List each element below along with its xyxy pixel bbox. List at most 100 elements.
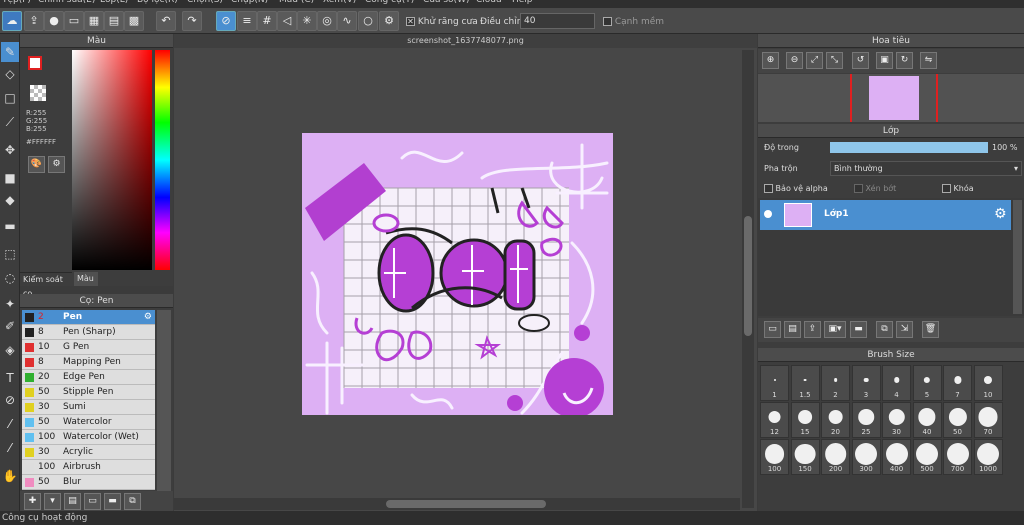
brush-size-option[interactable]: 15 <box>790 402 820 438</box>
grid-icon[interactable]: ▩ <box>124 11 144 31</box>
soft-edge-checkbox[interactable] <box>603 17 612 26</box>
brush-item[interactable]: 10 G Pen <box>22 340 155 355</box>
brush-item[interactable]: 2 Pen ⚙ <box>22 310 155 325</box>
divide-tool-icon[interactable]: ⊘ <box>1 390 19 410</box>
perspective-snap-icon[interactable]: ◁ <box>277 11 297 31</box>
brush-size-option[interactable]: 40 <box>912 402 942 438</box>
grid-snap-icon[interactable]: # <box>257 11 277 31</box>
actual-size-icon[interactable]: ⤡ <box>826 52 843 69</box>
menu-item-4[interactable]: Chọn(S) <box>187 0 223 5</box>
select-pen-tool-icon[interactable]: ✐ <box>1 316 19 336</box>
menu-item-8[interactable]: Công cụ(T) <box>365 0 414 5</box>
brush-size-option[interactable]: 30 <box>882 402 911 438</box>
rotate-right-icon[interactable]: ↻ <box>896 52 913 69</box>
brush-size-option[interactable]: 700 <box>943 439 972 475</box>
line-tool-icon[interactable]: ⟋ <box>1 112 19 132</box>
brush-size-option[interactable]: 10 <box>973 365 1003 401</box>
flip-icon[interactable]: ⇋ <box>920 52 937 69</box>
antialias-checkbox[interactable]: ✕ <box>406 17 415 26</box>
duplicate-layer-icon[interactable]: ▤ <box>784 321 801 338</box>
menu-item-5[interactable]: Chụp(N) <box>231 0 268 5</box>
menu-item-6[interactable]: Màu (C) <box>279 0 314 5</box>
brush-size-option[interactable]: 150 <box>790 439 820 475</box>
navigator-preview[interactable] <box>758 74 1024 122</box>
reset-view-icon[interactable]: ▣ <box>876 52 893 69</box>
export-icon[interactable]: ⇪ <box>24 11 44 31</box>
merge-layer-icon[interactable]: ⇲ <box>896 321 913 338</box>
eraser-tool-icon[interactable]: ◇ <box>1 64 19 84</box>
layer-row[interactable]: Lớp1 ⚙ <box>760 200 1011 230</box>
palette-icon[interactable]: 🎨 <box>28 156 45 173</box>
brush-size-option[interactable]: 7 <box>943 365 972 401</box>
menu-item-7[interactable]: Xem(V) <box>323 0 356 5</box>
document-canvas[interactable] <box>302 133 613 418</box>
opacity-slider[interactable] <box>830 142 988 153</box>
save-icon[interactable]: ▤ <box>104 11 124 31</box>
palette-settings-icon[interactable]: ⚙ <box>48 156 65 173</box>
menu-item-11[interactable]: Help <box>512 0 533 5</box>
text-tool-icon[interactable]: T <box>1 368 19 388</box>
add-layer-menu-icon[interactable]: ▣▾ <box>824 321 846 338</box>
stack-icon[interactable]: ▦ <box>84 11 104 31</box>
circle-snap-icon[interactable]: ◎ <box>317 11 337 31</box>
text-box-icon[interactable]: ▭ <box>64 11 84 31</box>
export-layer-icon[interactable]: ⇪ <box>804 321 821 338</box>
brush-item[interactable]: 100 Airbrush <box>22 460 155 475</box>
brush-export-icon[interactable]: ▤ <box>64 493 81 510</box>
brush-tool-icon[interactable]: ✎ <box>1 42 19 62</box>
hand-tool-icon[interactable]: ✋ <box>1 466 19 486</box>
antialias-option[interactable]: ✕ Khử răng cưa <box>406 17 478 27</box>
brush-menu-icon[interactable]: ▾ <box>44 493 61 510</box>
menu-item-1[interactable]: Chỉnh sửa(E) <box>38 0 95 5</box>
brush-item[interactable]: 30 Acrylic <box>22 445 155 460</box>
protect-alpha-checkbox[interactable] <box>764 184 773 193</box>
eyedropper2-tool-icon[interactable]: ⁄ <box>1 438 19 458</box>
tab-brush-control[interactable]: Kiểm soát cọ <box>20 272 72 298</box>
background-color-swatch[interactable] <box>30 85 46 101</box>
brush-size-option[interactable]: 2 <box>821 365 850 401</box>
new-layer-icon[interactable]: ▭ <box>764 321 781 338</box>
saturation-value-picker[interactable] <box>72 50 152 270</box>
layer-scrollbar[interactable] <box>1013 200 1022 314</box>
menu-item-0[interactable]: Tệp(F) <box>2 0 31 5</box>
menu-item-2[interactable]: Lớp(L) <box>100 0 128 5</box>
vertical-scrollbar[interactable] <box>742 50 754 508</box>
rotate-left-icon[interactable]: ↺ <box>852 52 869 69</box>
foreground-color-swatch[interactable] <box>28 56 42 70</box>
eyedropper-tool-icon[interactable]: ⁄ <box>1 414 19 434</box>
brush-size-option[interactable]: 25 <box>851 402 881 438</box>
fill-rect-tool-icon[interactable]: ■ <box>1 168 19 188</box>
undo-icon[interactable]: ↶ <box>156 11 176 31</box>
brush-size-option[interactable]: 400 <box>882 439 911 475</box>
gear-icon[interactable]: ⚙ <box>144 310 152 324</box>
gear-icon[interactable]: ⚙ <box>994 206 1007 222</box>
brush-size-option[interactable]: 20 <box>821 402 850 438</box>
hue-slider[interactable] <box>155 50 170 270</box>
brush-list-scrollbar[interactable] <box>157 310 171 496</box>
brush-size-option[interactable]: 5 <box>912 365 942 401</box>
brush-size-option[interactable]: 1.5 <box>790 365 820 401</box>
brush-item[interactable]: 50 Watercolor <box>22 415 155 430</box>
brush-size-option[interactable]: 200 <box>821 439 850 475</box>
layer-folder-icon[interactable]: ▬ <box>850 321 867 338</box>
magic-wand-tool-icon[interactable]: ✦ <box>1 294 19 314</box>
brush-item[interactable]: 8 Mapping Pen <box>22 355 155 370</box>
brush-item[interactable]: 50 Stipple Pen <box>22 385 155 400</box>
cloud-icon[interactable]: ☁ <box>2 11 22 31</box>
brush-size-option[interactable]: 1000 <box>973 439 1003 475</box>
brush-size-option[interactable]: 1 <box>760 365 789 401</box>
adjust-value-field[interactable]: 40 <box>520 13 595 29</box>
radial-snap-icon[interactable]: ✳ <box>297 11 317 31</box>
brush-size-option[interactable]: 12 <box>760 402 789 438</box>
ellipse-snap-icon[interactable]: ○ <box>358 11 378 31</box>
horizontal-scrollbar[interactable] <box>174 498 740 510</box>
brush-item[interactable]: 20 Edge Pen <box>22 370 155 385</box>
select-eraser-tool-icon[interactable]: ◈ <box>1 340 19 360</box>
folder-icon[interactable]: ▬ <box>104 493 121 510</box>
add-brush-icon[interactable]: ✚ <box>24 493 41 510</box>
brush-size-option[interactable]: 70 <box>973 402 1003 438</box>
delete-layer-icon[interactable]: 🗑 <box>922 321 939 338</box>
brush-size-option[interactable]: 50 <box>943 402 972 438</box>
lasso-tool-icon[interactable]: ◌ <box>1 268 19 288</box>
lock-checkbox[interactable] <box>942 184 951 193</box>
